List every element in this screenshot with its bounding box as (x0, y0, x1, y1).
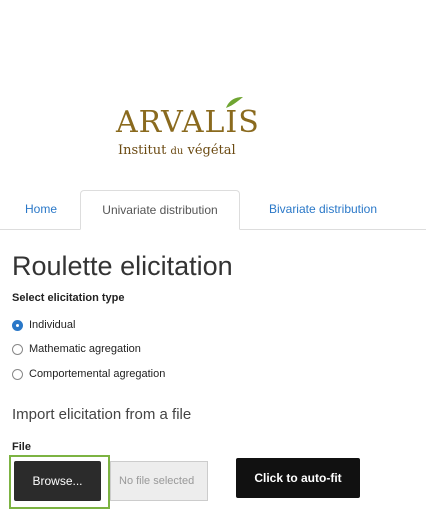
file-label: File (12, 441, 31, 453)
radio-option-label: Mathematic agregation (29, 343, 141, 355)
import-section-title: Import elicitation from a file (12, 406, 192, 423)
radio-button[interactable] (12, 368, 23, 380)
main-tabs: Home Univariate distribution Bivariate d… (0, 190, 426, 230)
tab-home[interactable]: Home (12, 190, 70, 228)
tab-bivariate-distribution[interactable]: Bivariate distribution (248, 190, 398, 228)
radio-option-comportemental-agregation[interactable]: Comportemental agregation (12, 366, 165, 382)
radio-option-label: Individual (29, 319, 76, 331)
tab-univariate-distribution[interactable]: Univariate distribution (80, 190, 240, 230)
logo-tagline: Institut du végétal (118, 143, 236, 158)
radio-option-individual[interactable]: Individual (12, 317, 75, 333)
radio-button-checked[interactable] (12, 319, 23, 331)
page-title: Roulette elicitation (12, 251, 233, 281)
auto-fit-button[interactable]: Click to auto-fit (236, 458, 360, 498)
arvalis-logo: ARVALIS Institut du végétal (112, 96, 262, 176)
radio-button[interactable] (12, 343, 23, 355)
browse-button[interactable]: Browse... (14, 461, 101, 501)
logo-wordmark: ARVALIS (116, 105, 260, 140)
elicitation-type-label: Select elicitation type (12, 292, 125, 304)
radio-option-label: Comportemental agregation (29, 368, 166, 380)
file-name-field[interactable]: No file selected (110, 461, 208, 501)
radio-option-mathematic-agregation[interactable]: Mathematic agregation (12, 341, 141, 357)
